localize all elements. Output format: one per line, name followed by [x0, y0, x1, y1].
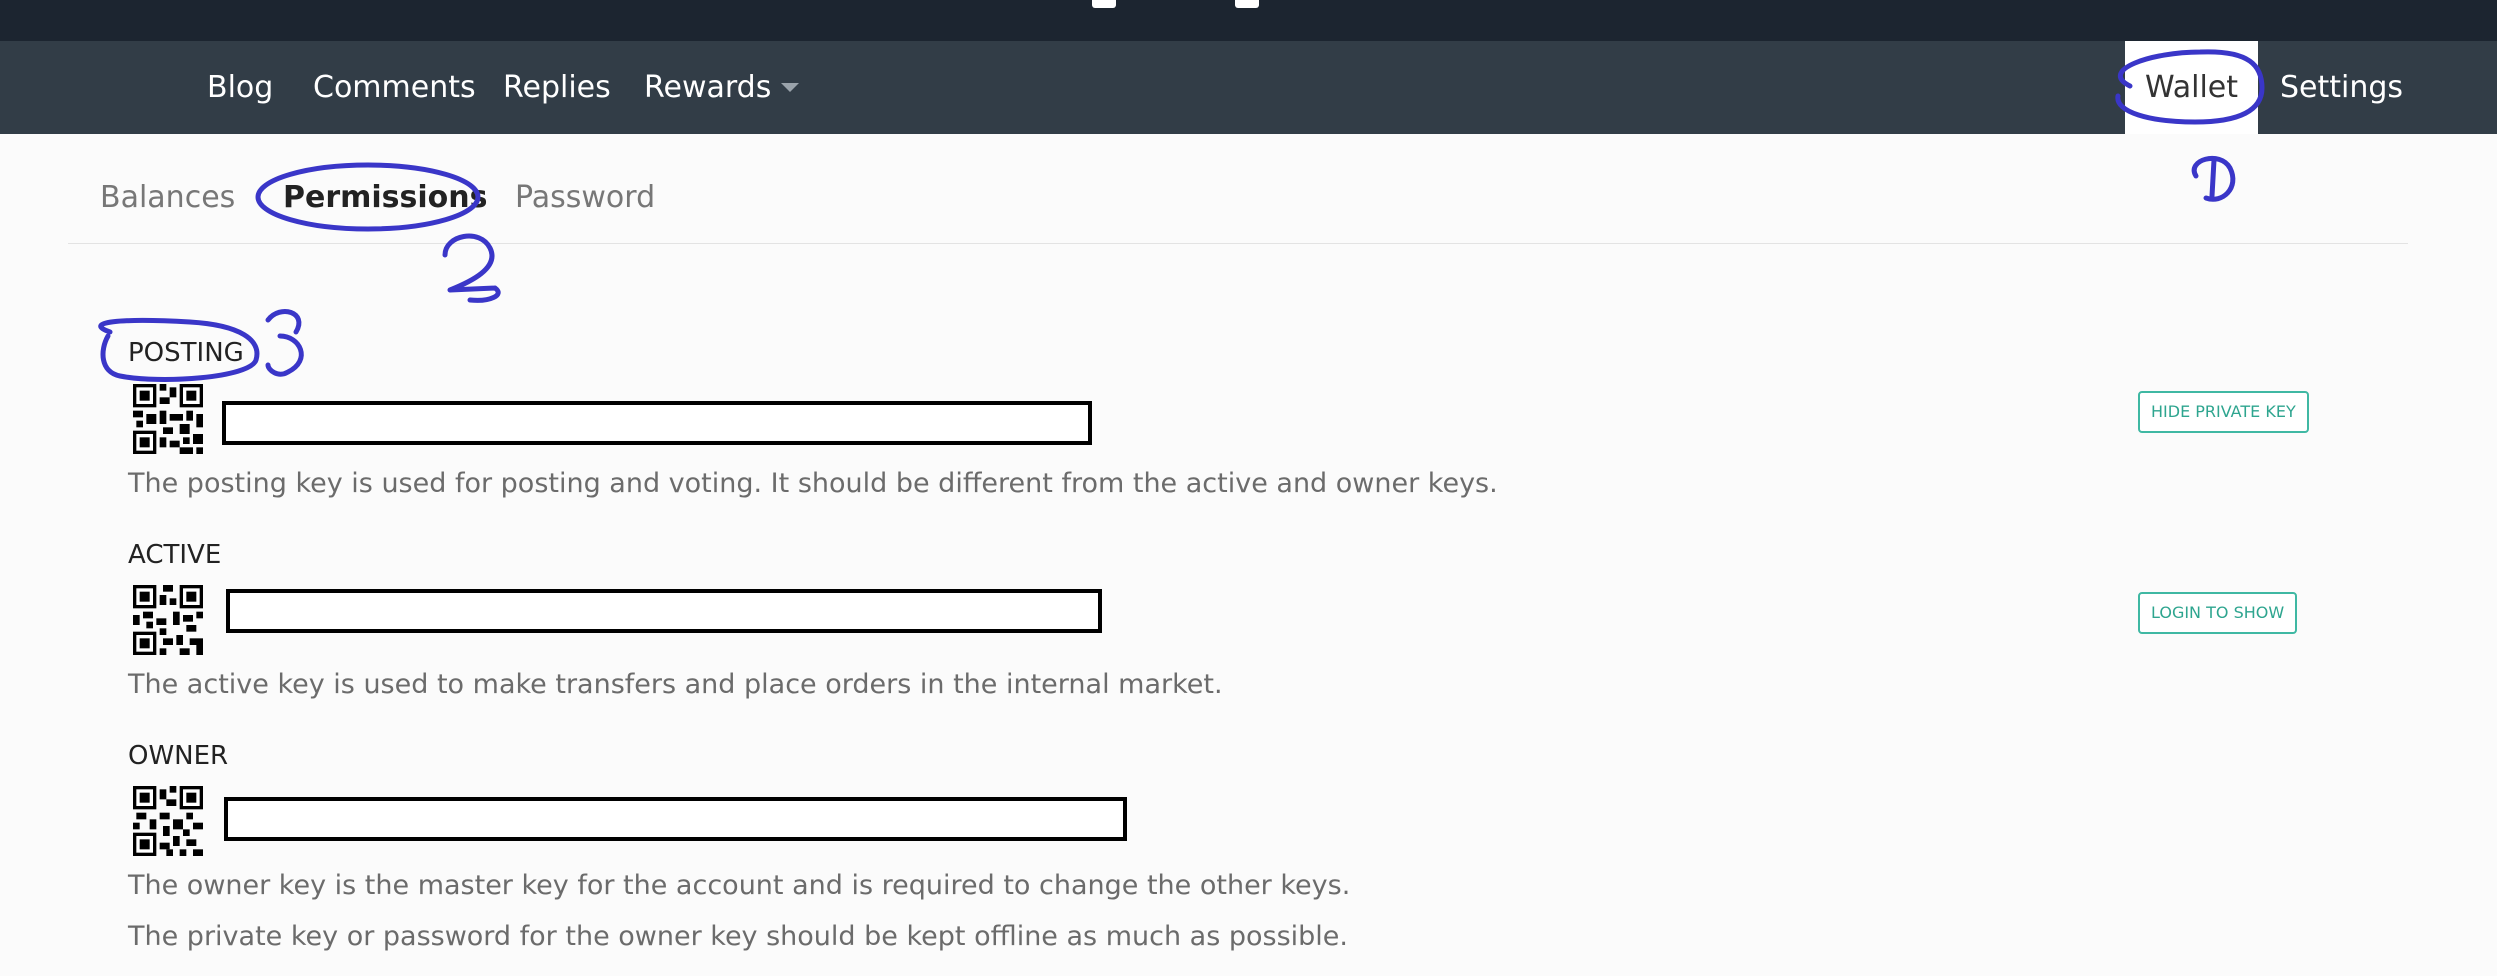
- nav-comments[interactable]: Comments: [313, 41, 476, 134]
- nav-replies[interactable]: Replies: [503, 41, 611, 134]
- qr-code-icon[interactable]: [133, 585, 203, 655]
- posting-key-label: POSTING: [128, 338, 244, 368]
- top-bar-icon-stub: [1092, 0, 1116, 8]
- nav-settings[interactable]: Settings: [2280, 41, 2403, 134]
- hide-private-key-button[interactable]: HIDE PRIVATE KEY: [2138, 391, 2309, 433]
- caret-down-icon: [781, 83, 800, 92]
- active-key-description: The active key is used to make transfers…: [128, 669, 1223, 700]
- active-key-label: ACTIVE: [128, 540, 222, 570]
- tab-password[interactable]: Password: [515, 168, 655, 228]
- nav-wallet[interactable]: Wallet: [2125, 41, 2258, 134]
- tab-balances[interactable]: Balances: [100, 168, 235, 228]
- login-to-show-button[interactable]: LOGIN TO SHOW: [2138, 592, 2298, 634]
- main-navbar: Blog Comments Replies Rewards Wallet Set…: [0, 41, 2497, 134]
- qr-code-icon[interactable]: [133, 384, 203, 454]
- annotation-number-2: [442, 233, 501, 303]
- active-key-field[interactable]: [226, 589, 1102, 633]
- owner-key-description-offline: The private key or password for the owne…: [128, 921, 1348, 952]
- subnav-divider: [68, 243, 2408, 244]
- annotation-number-3: [265, 309, 304, 377]
- top-bar: [0, 0, 2497, 41]
- top-bar-icon-stub: [1235, 0, 1259, 8]
- posting-key-field[interactable]: [222, 401, 1092, 445]
- owner-key-description: The owner key is the master key for the …: [128, 870, 1351, 901]
- nav-rewards[interactable]: Rewards: [644, 41, 800, 134]
- annotation-number-1: [2191, 156, 2236, 202]
- owner-key-field[interactable]: [224, 797, 1127, 841]
- nav-rewards-label: Rewards: [644, 70, 772, 105]
- tab-permissions[interactable]: Permissions: [283, 168, 488, 228]
- owner-key-label: OWNER: [128, 741, 229, 771]
- qr-code-icon[interactable]: [133, 786, 203, 856]
- nav-blog[interactable]: Blog: [207, 41, 273, 134]
- posting-key-description: The posting key is used for posting and …: [128, 468, 1498, 499]
